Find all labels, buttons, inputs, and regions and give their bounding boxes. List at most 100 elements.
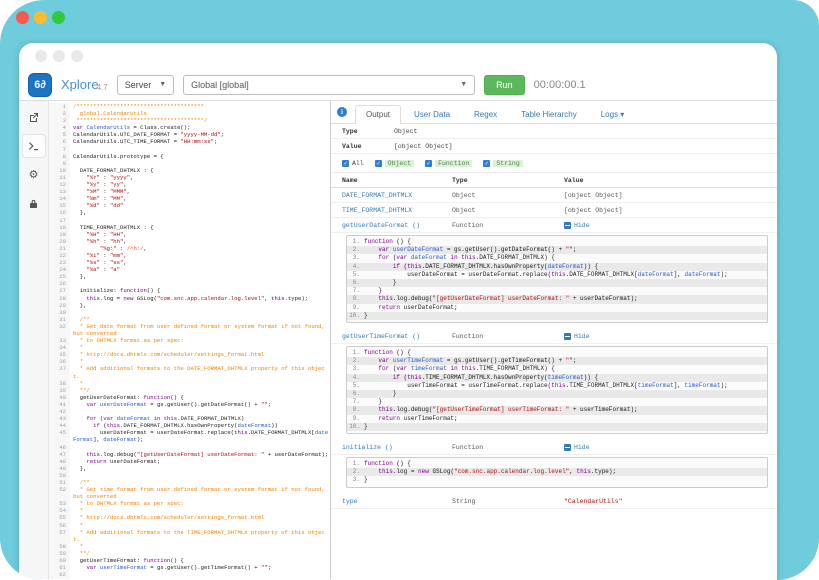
code-text: * xyxy=(70,380,330,387)
line-number: 19 xyxy=(49,231,70,238)
editor-line: 27 initialize: function() { xyxy=(49,287,330,294)
code-text: getUserTimeFormat: function() { xyxy=(70,557,330,564)
source-line: 5. userTimeFormat = userTimeFormat.repla… xyxy=(347,382,767,390)
code-text: "%y" : "yy", xyxy=(70,181,330,188)
code-text: CalendarUtils.prototype = { xyxy=(70,153,330,160)
property-name-link[interactable]: getUserDateFormat () xyxy=(342,222,452,229)
terminal-icon[interactable] xyxy=(23,135,45,157)
property-name-link[interactable]: TIME_FORMAT_DHTMLX xyxy=(342,207,452,214)
open-external-icon[interactable] xyxy=(23,106,45,128)
line-number: 37 xyxy=(49,365,70,379)
code-text: "%d" : "dd" xyxy=(70,202,330,209)
source-code-text: function () { xyxy=(364,460,767,468)
hide-link[interactable]: Hide xyxy=(564,333,777,340)
property-value: [object Object] xyxy=(564,192,777,199)
line-number: 21 xyxy=(49,245,70,252)
code-text: }, xyxy=(70,302,330,309)
tab-regex[interactable]: Regex xyxy=(463,105,508,124)
property-name-link[interactable]: initialize () xyxy=(342,444,452,451)
line-number: 1 xyxy=(49,103,70,110)
code-text: * http://docs.dhtmlx.com/scheduler/setti… xyxy=(70,351,330,358)
source-line-number: 2. xyxy=(347,246,364,254)
line-number: 46 xyxy=(49,444,70,451)
editor-line: 44 if (this.DATE_FORMAT_DHTMLX.hasOwnPro… xyxy=(49,422,330,429)
table-row: TIME_FORMAT_DHTMLXObject[object Object] xyxy=(331,203,777,218)
window-dot-icon xyxy=(53,50,65,62)
lock-icon[interactable] xyxy=(23,193,45,215)
filter-function: ✓Function xyxy=(425,160,472,167)
source-code-text: } xyxy=(364,476,767,484)
gear-icon[interactable]: ⚙ xyxy=(23,164,45,186)
property-name-link[interactable]: getUserTimeFormat () xyxy=(342,333,452,340)
source-line-number: 5. xyxy=(347,271,364,279)
property-type: String xyxy=(452,498,564,505)
source-line-number: 4. xyxy=(347,263,364,271)
hide-link[interactable]: Hide xyxy=(564,222,777,229)
property-type: Function xyxy=(452,222,564,229)
tab-table-hierarchy[interactable]: Table Hierarchy xyxy=(510,105,588,124)
target-select[interactable]: Global [global] ▼ xyxy=(183,75,475,95)
editor-line: 8CalendarUtils.prototype = { xyxy=(49,153,330,160)
hide-label: Hide xyxy=(574,222,590,229)
source-line: 8. this.log.debug("[getUserTimeFormat] u… xyxy=(347,406,767,414)
source-line-number: 3. xyxy=(347,476,364,484)
editor-line: 4var CalendarUtils = Class.create(); xyxy=(49,124,330,131)
script-editor[interactable]: 1/**************************************… xyxy=(49,101,330,579)
property-name-link[interactable]: type xyxy=(342,498,452,505)
tab-output[interactable]: Output xyxy=(355,105,401,124)
editor-line: 14 "%m" : "MM", xyxy=(49,195,330,202)
maximize-window-button[interactable] xyxy=(52,11,65,24)
code-text: CalendarUtils.UTC_TIME_FORMAT = "HH:mm:s… xyxy=(70,138,330,145)
editor-line: 56 * xyxy=(49,522,330,529)
function-source-block: 1.function () {2. var userDateFormat = g… xyxy=(346,235,768,323)
code-text xyxy=(70,309,330,316)
editor-line: 54 * xyxy=(49,507,330,514)
tab-user-data[interactable]: User Data xyxy=(403,105,461,124)
code-text: "%h" : "hh", xyxy=(70,238,330,245)
run-button[interactable]: Run xyxy=(484,75,525,95)
editor-line: 12 "%y" : "yy", xyxy=(49,181,330,188)
hide-label: Hide xyxy=(574,333,590,340)
source-line-number: 8. xyxy=(347,406,364,414)
hide-link[interactable]: Hide xyxy=(564,444,777,451)
code-text: * Add additional formats to the DATE_FOR… xyxy=(70,365,330,379)
source-code-text: this.log.debug("[getUserDateFormat] user… xyxy=(364,295,767,303)
minimize-window-button[interactable] xyxy=(34,11,47,24)
source-line: 9. return userDateFormat; xyxy=(347,304,767,312)
property-name-link[interactable]: DATE_FORMAT_DHTMLX xyxy=(342,192,452,199)
side-icon-strip: ⚙ xyxy=(19,101,49,579)
info-icon[interactable]: i xyxy=(337,107,347,117)
editor-line: 30 xyxy=(49,309,330,316)
code-text: * xyxy=(70,344,330,351)
line-number: 53 xyxy=(49,500,70,507)
editor-line: 16 }, xyxy=(49,209,330,216)
source-code-text: this.log = new GSLog("com.snc.app.calend… xyxy=(364,468,767,476)
source-code-text: if (this.TIME_FORMAT_DHTMLX.hasOwnProper… xyxy=(364,374,767,382)
checkbox-icon[interactable]: ✓ xyxy=(342,160,349,167)
editor-line: 57 * Add additional formats to the TIME_… xyxy=(49,529,330,543)
checkbox-icon[interactable]: ✓ xyxy=(483,160,490,167)
window-controls xyxy=(16,11,65,24)
line-number: 60 xyxy=(49,557,70,564)
editor-line: 45 userDateFormat = userDateFormat.repla… xyxy=(49,429,330,443)
code-text: "%a" : "a" xyxy=(70,266,330,273)
checkbox-icon[interactable]: ✓ xyxy=(375,160,382,167)
source-code-text: this.log.debug("[getUserTimeFormat] user… xyxy=(364,406,767,414)
line-number: 17 xyxy=(49,217,70,224)
line-number: 6 xyxy=(49,138,70,145)
close-window-button[interactable] xyxy=(16,11,29,24)
source-line-number: 7. xyxy=(347,398,364,406)
checkbox-icon[interactable]: ✓ xyxy=(425,160,432,167)
code-text: initialize: function() { xyxy=(70,287,330,294)
editor-line: 32 * Get date format from user defined f… xyxy=(49,323,330,337)
tab-logs[interactable]: Logs ▾ xyxy=(590,105,636,124)
source-line: 6. } xyxy=(347,390,767,398)
line-number: 54 xyxy=(49,507,70,514)
line-number: 36 xyxy=(49,358,70,365)
editor-line: 17 xyxy=(49,217,330,224)
code-text: for (var dateFormat in this.DATE_FORMAT_… xyxy=(70,415,330,422)
scope-select[interactable]: Server ▼ xyxy=(117,75,174,95)
source-line: 6. } xyxy=(347,279,767,287)
code-text: **************************************/ xyxy=(70,117,330,124)
source-code-text: for (var dateFormat in this.DATE_FORMAT_… xyxy=(364,254,767,262)
